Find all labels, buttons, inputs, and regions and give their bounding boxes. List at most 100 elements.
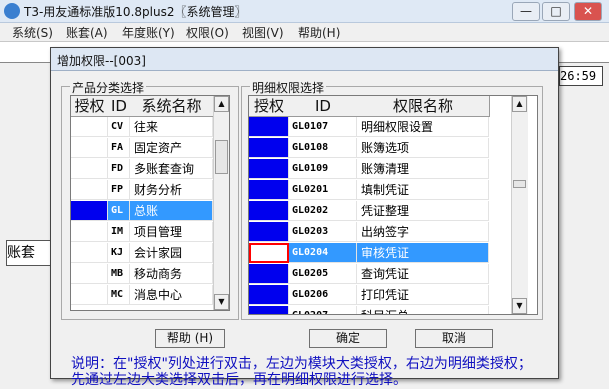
instruction-note-line2: 先通过左边大类选择双击后，再在明细权限进行选择。	[71, 372, 407, 388]
grant-cell[interactable]	[71, 264, 108, 284]
category-scrollbar[interactable]: ▲ ▼	[213, 96, 229, 310]
grant-cell[interactable]	[249, 159, 289, 179]
ok-button[interactable]: 确定	[309, 329, 387, 348]
permission-row[interactable]: GL0207科目汇总	[249, 306, 511, 314]
maximize-button[interactable]: □	[542, 2, 570, 21]
grant-cell[interactable]	[249, 285, 289, 305]
permission-name: 打印凭证	[357, 285, 489, 305]
grant-cell[interactable]	[71, 222, 108, 242]
permission-id: GL0203	[289, 222, 357, 242]
app-titlebar: T3-用友通标准版10.8plus2〖系统管理〗 — □ ✕	[0, 0, 609, 23]
category-name: 项目管理	[130, 222, 213, 242]
grant-cell[interactable]	[71, 243, 108, 263]
permission-row[interactable]: GL0108 账簿选项	[249, 138, 511, 158]
grant-cell[interactable]	[249, 138, 289, 158]
scroll-down-icon[interactable]: ▼	[214, 294, 229, 310]
permission-row[interactable]: GL0204 审核凭证	[249, 243, 511, 263]
permission-name: 出纳签字	[357, 222, 489, 242]
category-id: MC	[108, 285, 130, 305]
menu-account-set[interactable]: 账套(A)	[66, 24, 108, 41]
category-grid: 授权 ID 系统名称 CV 往来 FA 固定资产 FD 多账套查询 FP 财务分析 GL 总账 IM…	[70, 95, 230, 311]
grant-cell[interactable]	[249, 222, 289, 242]
grant-cell[interactable]	[71, 180, 108, 200]
grant-cell[interactable]	[71, 117, 108, 137]
scroll-down-icon[interactable]: ▼	[512, 298, 527, 314]
category-name: 消息中心	[130, 285, 213, 305]
grant-cell[interactable]	[71, 285, 108, 305]
category-group: 产品分类选择 授权 ID 系统名称 CV 往来 FA 固定资产 FD 多账套查询 FP 财务分…	[61, 79, 239, 320]
permission-row[interactable]: GL0203 出纳签字	[249, 222, 511, 242]
app-title: T3-用友通标准版10.8plus2〖系统管理〗	[24, 5, 247, 19]
scroll-up-icon[interactable]: ▲	[512, 96, 527, 112]
permission-name: 查询凭证	[357, 264, 489, 284]
category-row[interactable]: CV 往来	[71, 117, 213, 137]
menu-permission[interactable]: 权限(O)	[186, 24, 229, 41]
category-row[interactable]: IM 项目管理	[71, 222, 213, 242]
permission-row[interactable]: GL0206 打印凭证	[249, 285, 511, 305]
grant-cell[interactable]	[71, 159, 108, 179]
permission-row[interactable]: GL0109 账簿清理	[249, 159, 511, 179]
category-id: IM	[108, 222, 130, 242]
scroll-up-icon[interactable]: ▲	[214, 96, 229, 112]
menu-annual-account[interactable]: 年度账(Y)	[122, 24, 175, 41]
category-row[interactable]: MB 移动商务	[71, 264, 213, 284]
permission-id: GL0202	[289, 201, 357, 221]
permission-row[interactable]: GL0205 查询凭证	[249, 264, 511, 284]
category-header-grant[interactable]: 授权	[71, 96, 109, 117]
permission-id: GL0109	[289, 159, 357, 179]
grant-cell[interactable]	[249, 264, 289, 284]
category-id: CV	[108, 117, 130, 137]
permission-row[interactable]: GL0107 明细权限设置	[249, 117, 511, 137]
permission-header-grant[interactable]: 授权	[249, 96, 290, 117]
category-name: 财务分析	[130, 180, 213, 200]
scroll-thumb[interactable]	[215, 140, 228, 174]
permission-group-label: 明细权限选择	[250, 79, 327, 96]
scroll-thumb[interactable]	[513, 180, 526, 188]
app-logo-icon	[4, 3, 20, 19]
permission-name: 审核凭证	[357, 243, 489, 263]
permission-row[interactable]: GL0201 填制凭证	[249, 180, 511, 200]
category-name: 会计家园	[130, 243, 213, 263]
permission-scrollbar[interactable]: ▲ ▼	[511, 96, 528, 314]
category-name: 固定资产	[130, 138, 213, 158]
permission-header-id[interactable]: ID	[289, 96, 358, 117]
grant-cell[interactable]	[249, 117, 289, 137]
category-id: FA	[108, 138, 130, 158]
permission-header-name[interactable]: 权限名称	[357, 96, 490, 117]
category-row[interactable]: KJ 会计家园	[71, 243, 213, 263]
grant-cell[interactable]	[249, 201, 289, 221]
permission-row[interactable]: GL0202 凭证整理	[249, 201, 511, 221]
category-row[interactable]: FD 多账套查询	[71, 159, 213, 179]
dialog-title: 增加权限--[003]	[57, 54, 146, 68]
category-row[interactable]: FA 固定资产	[71, 138, 213, 158]
menu-view[interactable]: 视图(V)	[242, 24, 284, 41]
grant-cell[interactable]	[249, 306, 289, 314]
close-button[interactable]: ✕	[574, 2, 602, 21]
permission-name: 凭证整理	[357, 201, 489, 221]
permission-id: GL0204	[289, 243, 357, 263]
grant-cell[interactable]	[249, 180, 289, 200]
menu-help[interactable]: 帮助(H)	[298, 24, 340, 41]
permission-id: GL0201	[289, 180, 357, 200]
permission-id: GL0107	[289, 117, 357, 137]
menu-system[interactable]: 系统(S)	[12, 24, 53, 41]
permission-name: 账簿选项	[357, 138, 489, 158]
category-name: 往来	[130, 117, 213, 137]
minimize-button[interactable]: —	[512, 2, 540, 21]
cancel-button[interactable]: 取消	[415, 329, 493, 348]
dialog-titlebar: 增加权限--[003]	[51, 48, 558, 71]
background-clock: 26:59	[559, 66, 603, 86]
permission-name: 科目汇总	[357, 306, 489, 314]
category-row[interactable]: MC 消息中心	[71, 285, 213, 305]
category-header-name[interactable]: 系统名称	[130, 96, 214, 117]
category-id: GL	[108, 201, 130, 221]
category-name: 多账套查询	[130, 159, 213, 179]
grant-cell[interactable]	[71, 201, 108, 221]
category-header-id[interactable]: ID	[108, 96, 131, 117]
permission-id: GL0205	[289, 264, 357, 284]
grant-cell[interactable]	[249, 243, 289, 263]
help-button[interactable]: 帮助 (H)	[155, 329, 225, 348]
category-row[interactable]: FP 财务分析	[71, 180, 213, 200]
grant-cell[interactable]	[71, 138, 108, 158]
category-row[interactable]: GL 总账	[71, 201, 213, 221]
